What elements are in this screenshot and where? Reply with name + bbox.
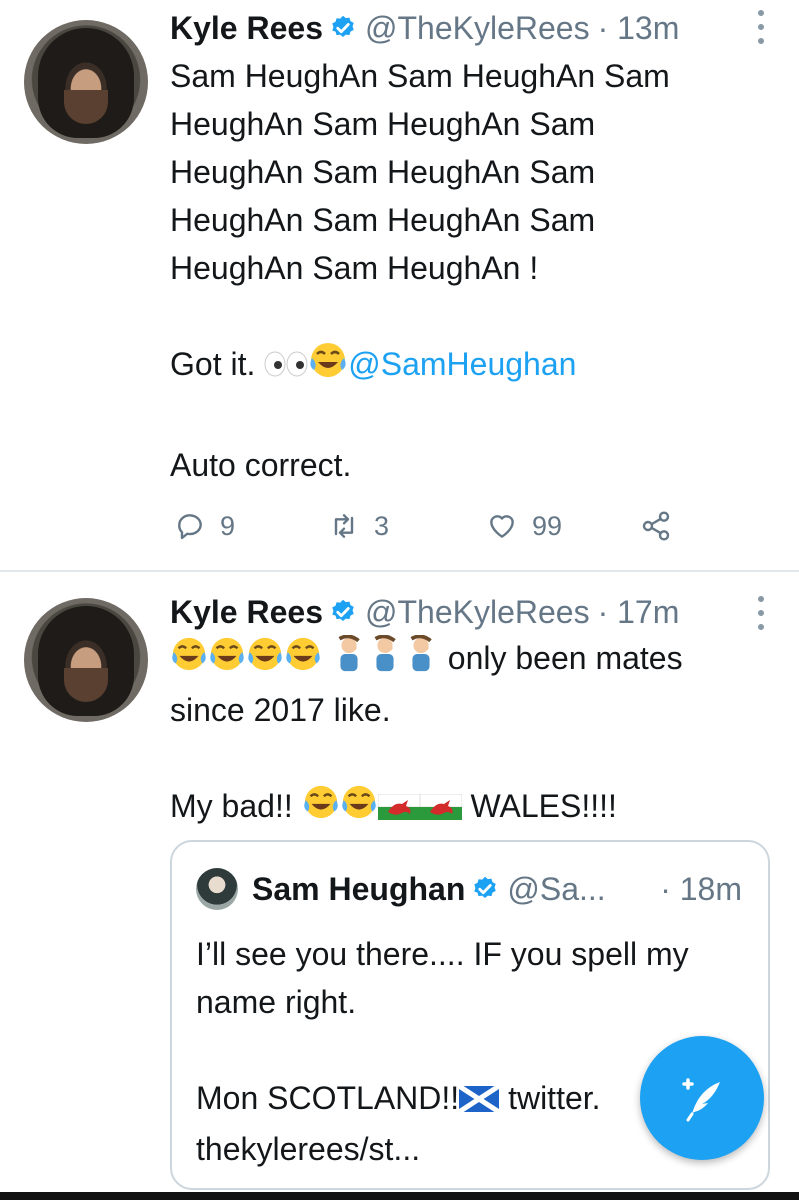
- eyes-emoji-icon: [264, 343, 308, 391]
- system-navigation-bar: [0, 1192, 799, 1200]
- tears-of-joy-emoji-icon: [170, 635, 208, 686]
- reply-button[interactable]: 9: [174, 506, 235, 546]
- author-handle[interactable]: @TheKyleRees: [365, 10, 590, 47]
- wales-flag-icon: [377, 785, 421, 833]
- tweet-actions: 9 3 99: [170, 506, 690, 546]
- quoted-avatar: [196, 868, 238, 910]
- more-options-icon[interactable]: [757, 10, 765, 44]
- text-line: HeughAn Sam HeughAn Sam: [170, 202, 596, 238]
- wales-flag-icon: [419, 785, 463, 833]
- compose-tweet-icon: [682, 1078, 720, 1122]
- text-line: since 2017 like.: [170, 692, 391, 729]
- quoted-author-handle: @Sa...: [507, 870, 606, 907]
- avatar[interactable]: [24, 598, 148, 722]
- more-options-icon[interactable]: [757, 596, 765, 630]
- retweet-count: 3: [374, 510, 390, 541]
- share-button[interactable]: [640, 506, 686, 546]
- text-line: HeughAn Sam HeughAn Sam: [170, 154, 596, 190]
- quoted-time: · 18m: [660, 870, 742, 907]
- tears-of-joy-emoji-icon: [302, 783, 340, 834]
- compose-tweet-button[interactable]: [640, 1036, 764, 1160]
- facepalm-emoji-icon: [331, 634, 367, 686]
- text-got-it: Got it.: [170, 346, 256, 382]
- tweet-time: · 17m: [597, 593, 680, 630]
- reply-icon: [178, 514, 202, 540]
- tears-of-joy-emoji-icon: [208, 635, 246, 686]
- tweet-time: · 13m: [597, 9, 680, 46]
- text-line: Sam HeughAn Sam HeughAn Sam: [170, 58, 670, 94]
- scotland-flag-icon: [457, 1077, 501, 1125]
- tears-of-joy-emoji-icon: [308, 340, 348, 393]
- tears-of-joy-emoji-icon: [284, 635, 322, 686]
- like-button[interactable]: 99: [486, 506, 562, 546]
- text-line: HeughAn Sam HeughAn !: [170, 250, 539, 286]
- verified-badge-icon: [332, 15, 354, 37]
- text-line: My bad!!: [170, 788, 293, 825]
- tweet-text: only been mates since 2017 like. My bad!…: [170, 634, 770, 834]
- author-name[interactable]: Kyle Rees: [170, 594, 323, 631]
- like-count: 99: [532, 510, 563, 541]
- tears-of-joy-emoji-icon: [246, 635, 284, 686]
- tweet-1[interactable]: Kyle Rees @TheKyleRees · 13m Sam HeughAn…: [0, 0, 799, 570]
- facepalm-emoji-icon: [367, 634, 403, 686]
- share-icon: [642, 511, 670, 541]
- text-line: name right.: [196, 984, 357, 1020]
- heart-icon: [490, 515, 514, 538]
- text-line: only been mates: [447, 640, 683, 676]
- text-line: WALES!!!!: [470, 788, 617, 825]
- retweet-button[interactable]: 3: [328, 506, 389, 546]
- tweet-header: Kyle Rees @TheKyleRees · 13m: [170, 2, 679, 54]
- quoted-header: Sam Heughan @Sa...: [252, 866, 606, 912]
- quoted-author-name: Sam Heughan: [252, 870, 466, 907]
- text-line: Mon SCOTLAND!!: [196, 1080, 460, 1116]
- tears-of-joy-emoji-icon: [340, 783, 378, 834]
- author-handle[interactable]: @TheKyleRees: [365, 594, 590, 631]
- tweet-text: Sam HeughAn Sam HeughAn Sam HeughAn Sam …: [170, 52, 770, 489]
- author-name[interactable]: Kyle Rees: [170, 10, 323, 47]
- text-line: HeughAn Sam HeughAn Sam: [170, 106, 596, 142]
- mention-link[interactable]: @SamHeughan: [348, 346, 576, 382]
- verified-badge-icon: [332, 599, 354, 621]
- facepalm-emoji-icon: [403, 634, 439, 686]
- retweet-icon: [334, 514, 354, 538]
- verified-badge-icon: [474, 876, 497, 898]
- text-auto-correct: Auto correct.: [170, 447, 352, 484]
- reply-count: 9: [220, 510, 236, 541]
- text-line: I’ll see you there.... IF you spell my: [196, 936, 689, 972]
- quoted-link[interactable]: twitter.: [508, 1080, 600, 1116]
- avatar[interactable]: [24, 20, 148, 144]
- tweet-header: Kyle Rees @TheKyleRees · 17m: [170, 586, 679, 638]
